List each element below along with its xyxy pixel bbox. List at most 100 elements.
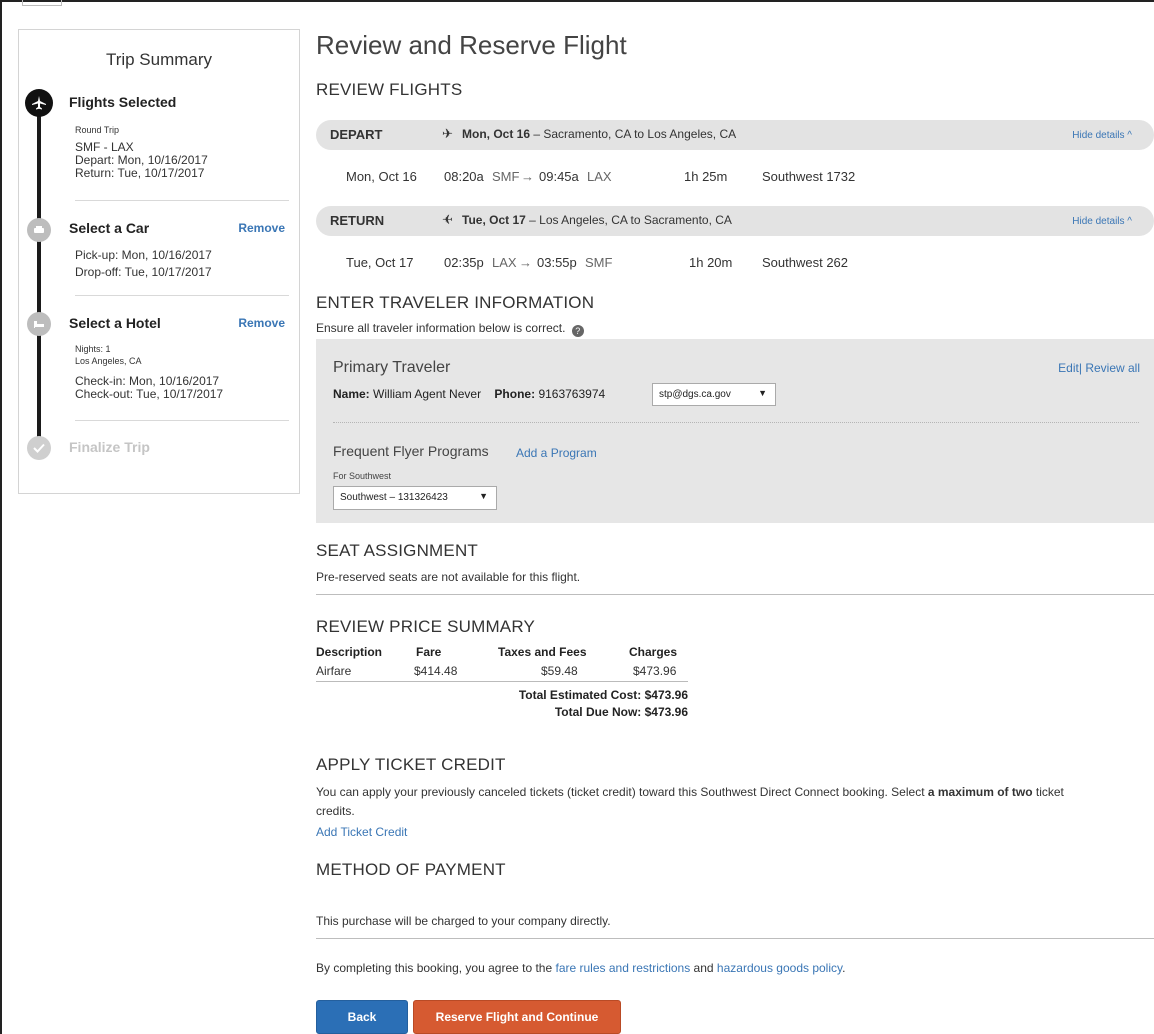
ticket-credit-text-c: credits. bbox=[316, 804, 355, 818]
add-program-link[interactable]: Add a Program bbox=[516, 446, 597, 460]
car-icon bbox=[27, 218, 51, 242]
agreement-prefix: By completing this booking, you agree to… bbox=[316, 961, 556, 975]
trip-summary-sidebar: Trip Summary Flights Selected Round Trip… bbox=[18, 29, 300, 494]
section-divider bbox=[316, 938, 1154, 939]
return-date-bold: Tue, Oct 17 bbox=[462, 213, 526, 227]
depart-arr-code: LAX bbox=[587, 169, 612, 184]
traveler-subtext-label: Ensure all traveler information below is… bbox=[316, 321, 566, 335]
step-car-dropoff: Drop-off: Tue, 10/17/2017 bbox=[75, 265, 212, 279]
step-car-pickup: Pick-up: Mon, 10/16/2017 bbox=[75, 248, 212, 262]
edit-traveler-link[interactable]: Edit bbox=[1058, 361, 1079, 375]
back-button[interactable]: Back bbox=[316, 1000, 408, 1034]
return-date: Tue, Oct 17 bbox=[346, 255, 414, 270]
agreement-text: By completing this booking, you agree to… bbox=[316, 961, 845, 975]
total-estimated-cost: Total Estimated Cost: $473.96 bbox=[518, 688, 688, 702]
return-arr-time: 03:55p bbox=[537, 255, 577, 270]
agreement-mid: and bbox=[690, 961, 717, 975]
total-due-now: Total Due Now: $473.96 bbox=[554, 705, 688, 719]
return-flight-number: Southwest 262 bbox=[762, 255, 849, 270]
depart-flight-number: Southwest 1732 bbox=[762, 169, 856, 184]
step-flights-triptype: Round Trip bbox=[75, 125, 120, 135]
dropdown-arrow-icon: ▼ bbox=[479, 491, 488, 501]
price-table-header: Description Fare Taxes and Fees Charges bbox=[316, 645, 688, 661]
step-flights-return: Return: Tue, 10/17/2017 bbox=[75, 166, 205, 180]
return-duration: 1h 20m bbox=[689, 255, 733, 270]
step-hotel-city: Los Angeles, CA bbox=[75, 356, 142, 366]
ticket-credit-heading: APPLY TICKET CREDIT bbox=[316, 755, 506, 774]
add-ticket-credit-link[interactable]: Add Ticket Credit bbox=[316, 825, 407, 839]
depart-route: Mon, Oct 16 – Sacramento, CA to Los Ange… bbox=[462, 127, 736, 141]
divider bbox=[75, 295, 289, 296]
traveler-name: William Agent Never bbox=[373, 387, 482, 401]
phone-label: Phone: bbox=[494, 387, 536, 401]
depart-date: Mon, Oct 16 bbox=[346, 169, 417, 184]
depart-dep-time: 08:20a bbox=[444, 169, 484, 184]
depart-hide-details-link[interactable]: Hide details ^ bbox=[1072, 130, 1132, 141]
departing-plane-icon: ✈ bbox=[442, 126, 453, 141]
fare-rules-link[interactable]: fare rules and restrictions bbox=[555, 961, 690, 975]
row-taxes: $59.48 bbox=[541, 664, 578, 678]
review-all-link[interactable]: Review all bbox=[1085, 361, 1140, 375]
row-description: Airfare bbox=[316, 664, 352, 678]
payment-heading: METHOD OF PAYMENT bbox=[316, 860, 506, 879]
step-hotel-checkout: Check-out: Tue, 10/17/2017 bbox=[75, 387, 224, 401]
hazardous-goods-link[interactable]: hazardous goods policy bbox=[717, 961, 842, 975]
col-description: Description bbox=[316, 645, 383, 659]
reserve-flight-button[interactable]: Reserve Flight and Continue bbox=[413, 1000, 621, 1034]
return-flight-row: Tue, Oct 17 02:35p LAX → 03:55p SMF 1h 2… bbox=[316, 255, 1154, 275]
step-title-hotel: Select a Hotel bbox=[69, 315, 161, 331]
depart-arr-time: 09:45a bbox=[539, 169, 579, 184]
depart-flight-row: Mon, Oct 16 08:20a SMF → 09:45a LAX 1h 2… bbox=[316, 169, 1154, 189]
section-divider bbox=[316, 594, 1154, 595]
traveler-links: Edit| Review all bbox=[1058, 361, 1140, 375]
return-label: RETURN bbox=[330, 213, 385, 228]
depart-dep-code: SMF bbox=[492, 169, 520, 184]
return-arr-code: SMF bbox=[585, 255, 613, 270]
sidebar-title: Trip Summary bbox=[105, 50, 213, 69]
dotted-divider bbox=[333, 422, 1139, 423]
traveler-details: Name: William Agent Never Phone: 9163763… bbox=[333, 387, 605, 401]
step-title-flights: Flights Selected bbox=[69, 94, 177, 110]
tab-notch bbox=[22, 0, 62, 6]
payment-text: This purchase will be charged to your co… bbox=[316, 914, 611, 928]
bed-icon bbox=[27, 312, 51, 336]
name-label: Name: bbox=[333, 387, 370, 401]
price-table-line bbox=[316, 681, 688, 682]
return-flight-bar[interactable]: RETURN ✈ Tue, Oct 17 – Los Angeles, CA t… bbox=[316, 206, 1154, 236]
email-select[interactable]: stp@dgs.ca.gov ▼ bbox=[652, 383, 776, 406]
divider bbox=[75, 200, 289, 201]
help-icon[interactable]: ? bbox=[571, 325, 584, 337]
price-heading: REVIEW PRICE SUMMARY bbox=[316, 617, 536, 636]
timeline-line bbox=[37, 100, 41, 450]
primary-traveler-title: Primary Traveler bbox=[333, 359, 451, 376]
return-dep-time: 02:35p bbox=[444, 255, 484, 270]
frequent-flyer-heading: Frequent Flyer Programs bbox=[333, 443, 489, 459]
return-route: Tue, Oct 17 – Los Angeles, CA to Sacrame… bbox=[462, 213, 732, 227]
row-charges: $473.96 bbox=[633, 664, 677, 678]
review-flights-heading: REVIEW FLIGHTS bbox=[316, 80, 463, 99]
divider bbox=[75, 420, 289, 421]
email-selected-value: stp@dgs.ca.gov bbox=[659, 389, 731, 400]
frequent-flyer-for-label: For Southwest bbox=[333, 471, 392, 481]
airplane-icon bbox=[25, 89, 53, 117]
check-icon bbox=[27, 436, 51, 460]
traveler-subtext: Ensure all traveler information below is… bbox=[316, 321, 584, 337]
frequent-flyer-selected-value: Southwest – 131326423 bbox=[340, 492, 448, 503]
traveler-phone: 9163763974 bbox=[538, 387, 606, 401]
traveler-heading: ENTER TRAVELER INFORMATION bbox=[316, 293, 595, 312]
ticket-credit-text-b: ticket bbox=[1032, 785, 1064, 799]
dropdown-arrow-icon: ▼ bbox=[758, 388, 767, 398]
remove-hotel-link[interactable]: Remove bbox=[238, 316, 285, 330]
depart-label: DEPART bbox=[330, 127, 383, 142]
col-fare: Fare bbox=[416, 645, 442, 659]
remove-car-link[interactable]: Remove bbox=[238, 221, 285, 235]
return-hide-details-link[interactable]: Hide details ^ bbox=[1072, 216, 1132, 227]
seat-heading: SEAT ASSIGNMENT bbox=[316, 541, 479, 560]
agreement-suffix: . bbox=[842, 961, 846, 975]
depart-flight-bar[interactable]: DEPART ✈ Mon, Oct 16 – Sacramento, CA to… bbox=[316, 120, 1154, 150]
ticket-credit-text-bold: a maximum of two bbox=[927, 785, 1033, 799]
seat-text: Pre-reserved seats are not available for… bbox=[316, 570, 581, 584]
step-title-finalize: Finalize Trip bbox=[69, 439, 150, 455]
frequent-flyer-select[interactable]: Southwest – 131326423 ▼ bbox=[333, 486, 497, 510]
step-title-car: Select a Car bbox=[69, 220, 150, 236]
